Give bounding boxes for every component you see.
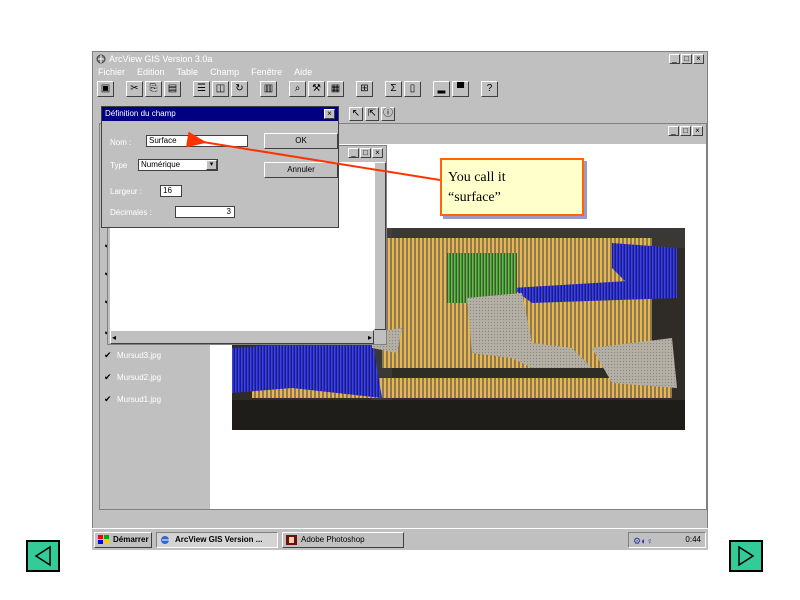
table-minimize-button[interactable]: _ [348, 148, 359, 158]
start-button[interactable]: Démarrer [94, 532, 152, 548]
type-select-value: Numérique [141, 160, 181, 169]
arrow-right-icon [738, 545, 755, 567]
next-slide-button[interactable] [729, 540, 763, 572]
decimals-label: Décimales : [110, 208, 152, 217]
start-label: Démarrer [113, 535, 149, 544]
task-photoshop-label: Adobe Photoshop [301, 535, 365, 544]
app-title-bar[interactable]: ArcView GIS Version 3.0a [93, 52, 707, 66]
statistics-icon[interactable]: Σ [385, 81, 402, 97]
table-close-button[interactable]: × [372, 148, 383, 158]
maximize-button[interactable]: □ [681, 54, 692, 64]
scroll-right-icon[interactable]: ▸ [368, 333, 372, 342]
close-button[interactable]: × [693, 54, 704, 64]
callout-line-2: “surface” [448, 190, 501, 205]
arcview-globe-icon [160, 535, 171, 545]
layer-label: Mursud3.jpg [117, 351, 162, 360]
cancel-button[interactable]: Annuler [264, 162, 338, 178]
dialog-title-bar[interactable]: Définition du champ [102, 107, 338, 121]
layer-item[interactable]: ✔ Mursud1.jpg [104, 395, 162, 405]
width-label: Largeur : [110, 187, 143, 196]
arcview-globe-icon [96, 54, 106, 64]
select-tool-icon[interactable]: ⇱ [365, 107, 379, 121]
menu-fichier[interactable]: Fichier [98, 66, 125, 79]
help-icon[interactable]: ? [481, 81, 498, 97]
chart-icon[interactable]: ▥ [260, 81, 277, 97]
menu-champ[interactable]: Champ [210, 66, 239, 79]
name-input[interactable]: Surface [146, 135, 248, 147]
save-icon[interactable]: ▣ [97, 81, 114, 97]
annotation-callout: You call it “surface” [440, 158, 584, 216]
minimize-button[interactable]: _ [669, 54, 680, 64]
arrow-left-icon [34, 545, 51, 567]
ok-button[interactable]: OK [264, 133, 338, 149]
table-maximize-button[interactable]: □ [360, 148, 371, 158]
windows-taskbar: Démarrer ArcView GIS Version ... Adobe P… [92, 528, 708, 550]
copy-icon[interactable]: ⎘ [145, 81, 162, 97]
table-vertical-scrollbar[interactable] [374, 162, 386, 330]
callout-line-1: You call it [448, 170, 506, 185]
view-minimize-button[interactable]: _ [668, 126, 679, 136]
view-maximize-button[interactable]: □ [680, 126, 691, 136]
layer-label: Mursud1.jpg [117, 395, 162, 404]
identify-tool-icon[interactable]: ⓘ [381, 107, 395, 121]
menu-fenetre[interactable]: Fenêtre [251, 66, 282, 79]
checkbox-icon[interactable]: ✔ [104, 351, 113, 360]
cut-icon[interactable]: ✂ [126, 81, 143, 97]
paste-icon[interactable]: ▤ [164, 81, 181, 97]
calculate-icon[interactable]: ▯ [404, 81, 421, 97]
sort-descending-icon[interactable]: ▀ [452, 81, 469, 97]
pointer-tool-icon[interactable]: ↖ [349, 107, 363, 121]
select-none-icon[interactable]: ◫ [212, 81, 229, 97]
clock: 0:44 [685, 535, 701, 544]
tool-bar: ↖ ⇱ ⓘ [349, 107, 395, 121]
task-photoshop[interactable]: Adobe Photoshop [282, 532, 404, 548]
width-input[interactable]: 16 [160, 185, 182, 197]
menu-edition[interactable]: Edition [137, 66, 165, 79]
photoshop-icon [286, 535, 297, 545]
system-tray: ⚙◐♀ 0:44 [628, 532, 706, 548]
menu-aide[interactable]: Aide [294, 66, 312, 79]
menu-bar: Fichier Edition Table Champ Fenêtre Aide [93, 66, 707, 79]
button-bar: ▣ ✂ ⎘ ▤ ☰ ◫ ↻ ▥ ⌕ ⚒ ▦ ⊞ Σ ▯ ▂ ▀ ? [97, 81, 498, 97]
refresh-icon[interactable]: ↻ [231, 81, 248, 97]
layer-item[interactable]: ✔ Mursud2.jpg [104, 373, 162, 383]
type-label: Type [110, 161, 128, 170]
sort-ascending-icon[interactable]: ▂ [433, 81, 450, 97]
layer-item[interactable]: ✔ Mursud3.jpg [104, 351, 162, 361]
view-close-button[interactable]: × [692, 126, 703, 136]
table-horizontal-scrollbar[interactable] [110, 330, 374, 344]
chevron-down-icon[interactable]: ▾ [206, 160, 217, 170]
query-icon[interactable]: ⚒ [308, 81, 325, 97]
windows-logo-icon [98, 535, 109, 545]
checkbox-icon[interactable]: ✔ [104, 373, 113, 382]
app-title: ArcView GIS Version 3.0a [109, 54, 213, 64]
find-icon[interactable]: ⌕ [289, 81, 306, 97]
decimals-input[interactable]: 3 [175, 206, 235, 218]
dialog-title: Définition du champ [105, 109, 176, 118]
dialog-close-button[interactable]: × [324, 109, 335, 119]
previous-slide-button[interactable] [26, 540, 60, 572]
layer-label: Mursud2.jpg [117, 373, 162, 382]
table-icon[interactable]: ▦ [327, 81, 344, 97]
scroll-left-icon[interactable]: ◂ [112, 333, 116, 342]
menu-table[interactable]: Table [177, 66, 199, 79]
select-all-icon[interactable]: ☰ [193, 81, 210, 97]
task-arcview-label: ArcView GIS Version ... [175, 535, 263, 544]
checkbox-icon[interactable]: ✔ [104, 395, 113, 404]
task-arcview[interactable]: ArcView GIS Version ... [156, 532, 278, 548]
join-icon[interactable]: ⊞ [356, 81, 373, 97]
field-definition-dialog: Définition du champ × Nom : Surface Type… [101, 106, 339, 228]
name-label: Nom : [110, 138, 132, 147]
tray-icons[interactable]: ⚙◐♀ [633, 534, 653, 548]
